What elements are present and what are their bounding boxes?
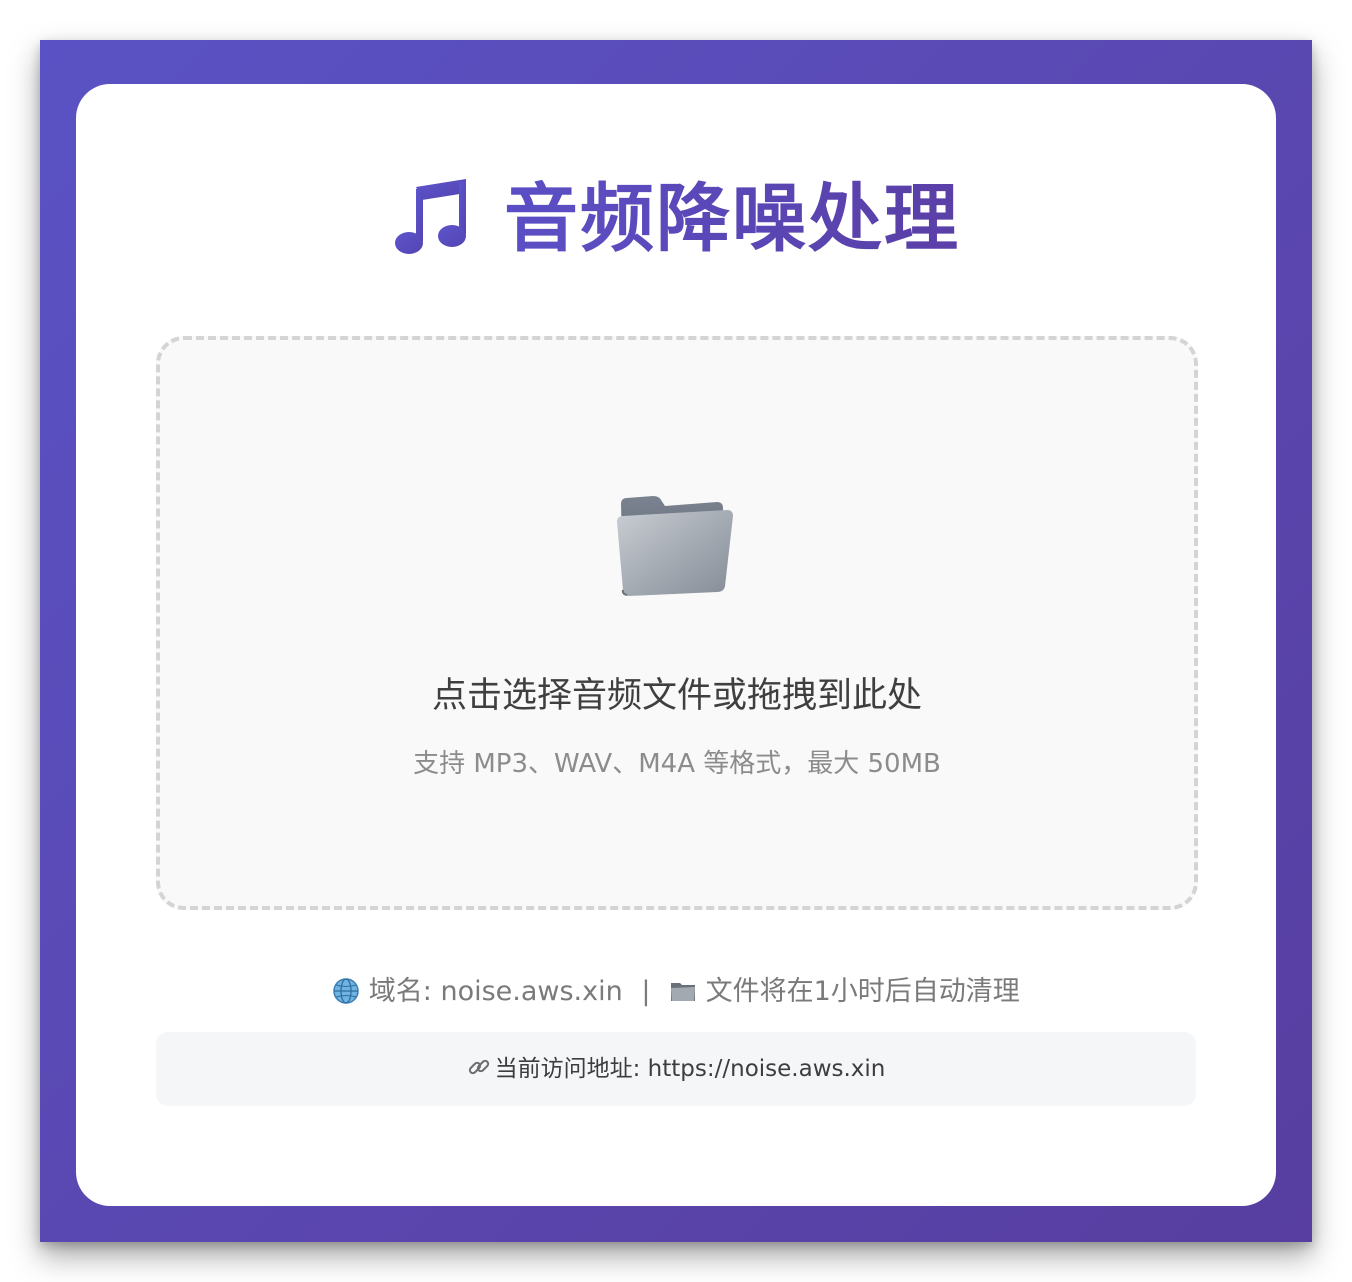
access-url-label: 当前访问地址: (494, 1056, 648, 1082)
music-note-icon (395, 179, 466, 254)
upload-prompt: 点击选择音频文件或拖拽到此处 (431, 676, 922, 716)
info-separator: | (641, 976, 651, 1007)
upload-dropzone[interactable]: 点击选择音频文件或拖拽到此处 支持 MP3、WAV、M4A 等格式，最大 50M… (156, 336, 1198, 910)
domain-text: 域名: noise.aws.xin (368, 976, 623, 1007)
upload-hint: 支持 MP3、WAV、M4A 等格式，最大 50MB (413, 749, 941, 779)
page-title: 音频降噪处理 (76, 174, 1276, 264)
access-url-link[interactable]: https://noise.aws.xin (648, 1056, 886, 1082)
link-icon (468, 1059, 489, 1075)
globe-icon (333, 978, 359, 1004)
folder-icon (617, 496, 733, 596)
cleanup-text: 文件将在1小时后自动清理 (705, 976, 1020, 1007)
main-card: 音频降噪处理 点击选择音频文件或拖拽到此处 支持 MP3、WAV、M4A 等格式… (76, 84, 1276, 1206)
title-text: 音频降噪处理 (504, 176, 960, 262)
access-url-box: 当前访问地址: https://noise.aws.xin (156, 1032, 1196, 1106)
folder-icon (671, 983, 696, 1001)
app-window: 音频降噪处理 点击选择音频文件或拖拽到此处 支持 MP3、WAV、M4A 等格式… (40, 40, 1312, 1242)
info-line: 域名: noise.aws.xin | 文件将在1小时后自动清理 (76, 972, 1276, 1012)
